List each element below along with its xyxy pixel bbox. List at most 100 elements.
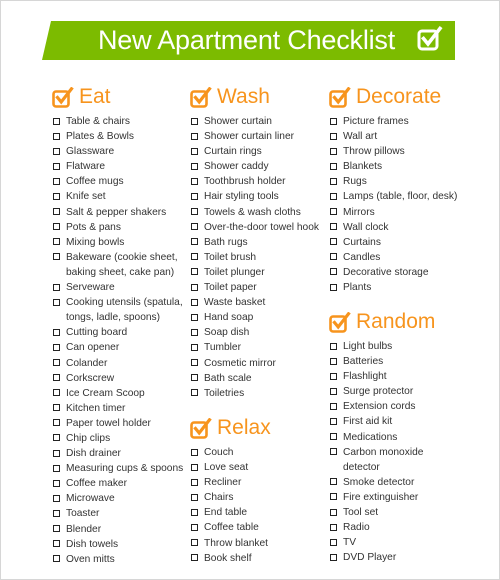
checklist-item[interactable]: Wall clock (329, 220, 457, 235)
checklist-item[interactable]: Coffee mugs (52, 174, 183, 189)
checklist-item[interactable]: Waste basket (190, 295, 319, 310)
empty-checkbox-icon[interactable] (191, 208, 198, 216)
checklist-item[interactable]: TV (329, 535, 423, 550)
checklist-item[interactable]: Bath rugs (190, 235, 319, 250)
checklist-item[interactable]: Glassware (52, 144, 183, 159)
empty-checkbox-icon[interactable] (330, 238, 337, 246)
empty-checkbox-icon[interactable] (330, 132, 337, 140)
empty-checkbox-icon[interactable] (330, 478, 337, 486)
checklist-item[interactable]: Book shelf (190, 551, 268, 566)
checklist-item[interactable]: First aid kit (329, 414, 423, 429)
checklist-item[interactable]: Toaster (52, 506, 183, 521)
checklist-item[interactable]: Flashlight (329, 369, 423, 384)
checklist-item[interactable]: Toilet plunger (190, 265, 319, 280)
checklist-item[interactable]: Oven mitts (52, 552, 183, 567)
empty-checkbox-icon[interactable] (53, 177, 60, 185)
checklist-item[interactable]: Wall art (329, 129, 457, 144)
checklist-item[interactable]: Shower caddy (190, 159, 319, 174)
empty-checkbox-icon[interactable] (191, 147, 198, 155)
empty-checkbox-icon[interactable] (53, 509, 60, 517)
empty-checkbox-icon[interactable] (330, 372, 337, 380)
empty-checkbox-icon[interactable] (330, 553, 337, 561)
checklist-item[interactable]: Dish drainer (52, 446, 183, 461)
empty-checkbox-icon[interactable] (53, 540, 60, 548)
empty-checkbox-icon[interactable] (53, 162, 60, 170)
empty-checkbox-icon[interactable] (53, 419, 60, 427)
checklist-item[interactable]: Toilet paper (190, 280, 319, 295)
checklist-item[interactable]: Salt & pepper shakers (52, 205, 183, 220)
checklist-item[interactable]: Candles (329, 250, 457, 265)
empty-checkbox-icon[interactable] (330, 223, 337, 231)
checklist-item[interactable]: Throw pillows (329, 144, 457, 159)
checklist-item[interactable]: Blankets (329, 159, 457, 174)
checklist-item[interactable]: Picture frames (329, 114, 457, 129)
checklist-item[interactable]: Dish towels (52, 537, 183, 552)
empty-checkbox-icon[interactable] (191, 448, 198, 456)
empty-checkbox-icon[interactable] (330, 508, 337, 516)
checklist-item[interactable]: Over-the-door towel hook (190, 220, 319, 235)
empty-checkbox-icon[interactable] (330, 147, 337, 155)
empty-checkbox-icon[interactable] (191, 223, 198, 231)
empty-checkbox-icon[interactable] (330, 417, 337, 425)
empty-checkbox-icon[interactable] (53, 374, 60, 382)
empty-checkbox-icon[interactable] (191, 117, 198, 125)
checklist-item[interactable]: Knife set (52, 189, 183, 204)
empty-checkbox-icon[interactable] (191, 343, 198, 351)
empty-checkbox-icon[interactable] (330, 162, 337, 170)
checklist-item[interactable]: Tool set (329, 505, 423, 520)
empty-checkbox-icon[interactable] (53, 389, 60, 397)
empty-checkbox-icon[interactable] (191, 359, 198, 366)
checklist-item[interactable]: Smoke detector (329, 475, 423, 490)
checklist-item[interactable]: Bakeware (cookie sheet, baking sheet, cak… (52, 250, 183, 280)
empty-checkbox-icon[interactable] (330, 448, 337, 456)
checklist-item[interactable]: Cutting board (52, 325, 183, 340)
checklist-item[interactable]: Light bulbs (329, 339, 423, 354)
checklist-item[interactable]: Curtains (329, 235, 457, 250)
empty-checkbox-icon[interactable] (53, 298, 60, 306)
checklist-item[interactable]: Throw blanket (190, 536, 268, 551)
checklist-item[interactable]: Blender (52, 522, 183, 537)
checklist-item[interactable]: DVD Player (329, 550, 423, 565)
checklist-item[interactable]: Love seat (190, 460, 268, 475)
empty-checkbox-icon[interactable] (53, 359, 60, 366)
empty-checkbox-icon[interactable] (191, 192, 198, 200)
empty-checkbox-icon[interactable] (53, 404, 60, 412)
checklist-item[interactable]: Plants (329, 280, 457, 295)
empty-checkbox-icon[interactable] (53, 343, 60, 351)
checklist-item[interactable]: Recliner (190, 475, 268, 490)
empty-checkbox-icon[interactable] (330, 253, 337, 261)
empty-checkbox-icon[interactable] (191, 523, 198, 531)
checklist-item[interactable]: Plates & Bowls (52, 129, 183, 144)
empty-checkbox-icon[interactable] (53, 434, 60, 442)
checklist-item[interactable]: Corkscrew (52, 371, 183, 386)
checklist-item[interactable]: Coffee table (190, 520, 268, 535)
empty-checkbox-icon[interactable] (191, 132, 198, 140)
empty-checkbox-icon[interactable] (53, 479, 60, 487)
empty-checkbox-icon[interactable] (53, 555, 60, 563)
checklist-item[interactable]: Radio (329, 520, 423, 535)
checklist-item[interactable]: Couch (190, 445, 268, 460)
checklist-item[interactable]: Mirrors (329, 205, 457, 220)
empty-checkbox-icon[interactable] (330, 268, 337, 276)
empty-checkbox-icon[interactable] (53, 147, 60, 155)
empty-checkbox-icon[interactable] (53, 464, 60, 472)
checklist-item[interactable]: Table & chairs (52, 114, 183, 129)
empty-checkbox-icon[interactable] (191, 463, 198, 471)
empty-checkbox-icon[interactable] (191, 478, 198, 486)
checklist-item[interactable]: Curtain rings (190, 144, 319, 159)
empty-checkbox-icon[interactable] (330, 538, 337, 546)
checklist-item[interactable]: Soap dish (190, 325, 319, 340)
checklist-item[interactable]: Hand soap (190, 310, 319, 325)
empty-checkbox-icon[interactable] (191, 298, 198, 306)
checklist-item[interactable]: Can opener (52, 340, 183, 355)
checklist-item[interactable]: Cosmetic mirror (190, 356, 319, 371)
checklist-item[interactable]: Medications (329, 430, 423, 445)
checklist-item[interactable]: Towels & wash cloths (190, 205, 319, 220)
checklist-item[interactable]: Chip clips (52, 431, 183, 446)
checklist-item[interactable]: Hair styling tools (190, 189, 319, 204)
empty-checkbox-icon[interactable] (330, 192, 337, 200)
empty-checkbox-icon[interactable] (330, 342, 337, 350)
empty-checkbox-icon[interactable] (191, 539, 198, 547)
empty-checkbox-icon[interactable] (191, 493, 198, 501)
empty-checkbox-icon[interactable] (191, 283, 198, 291)
